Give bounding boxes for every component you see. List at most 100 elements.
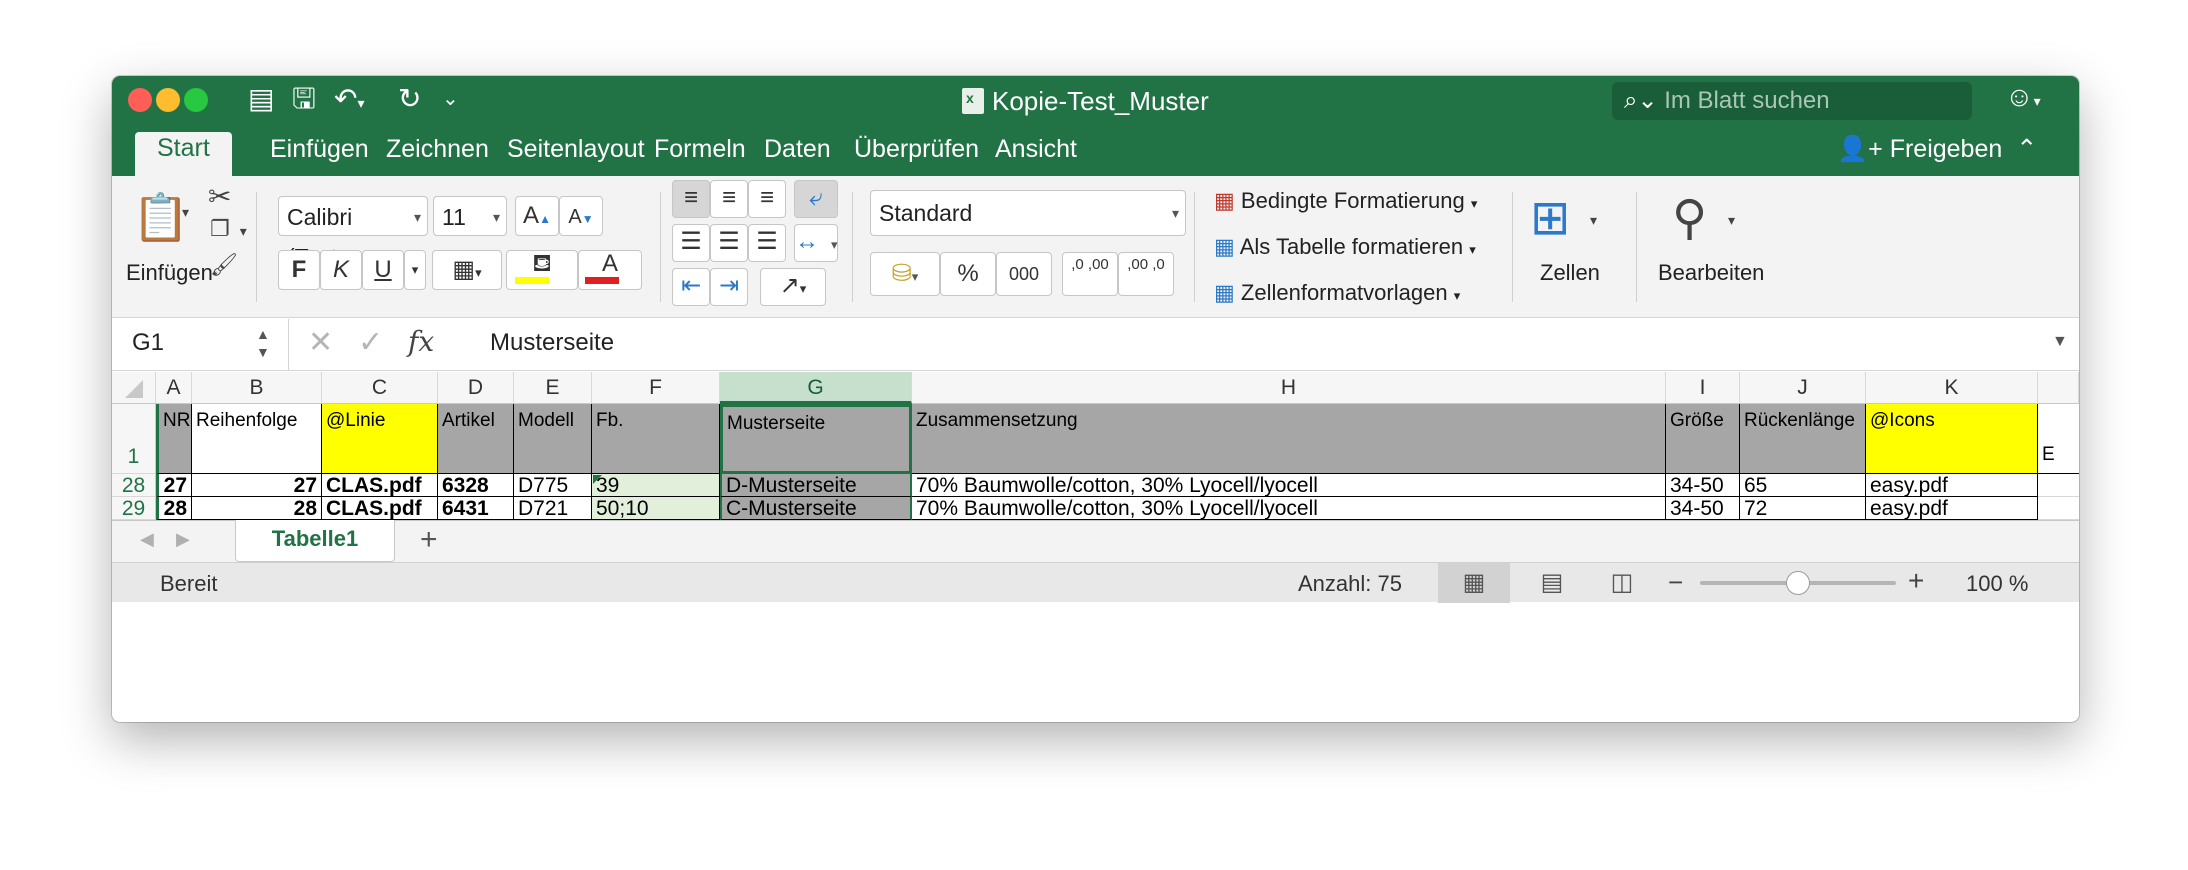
cut-icon[interactable]: ✂ [208, 180, 231, 213]
cell-overflow[interactable] [2038, 497, 2079, 520]
cell-nr[interactable]: 28 [156, 497, 192, 520]
wrap-text-button[interactable]: ⤶ [794, 180, 838, 218]
fill-color-button[interactable]: ⛾ [506, 250, 578, 290]
header-cell-e[interactable]: E [2038, 404, 2079, 474]
cell-zusammensetzung[interactable]: 70% Baumwolle/cotton, 30% Lyocell/lyocel… [912, 474, 1666, 497]
column-header-more[interactable] [2038, 372, 2079, 404]
cell-zusammensetzung[interactable]: 70% Baumwolle/cotton, 30% Lyocell/lyocel… [912, 497, 1666, 520]
cell-overflow[interactable] [2038, 474, 2079, 497]
header-cell-nr[interactable]: NR [156, 404, 192, 474]
zoom-out-icon[interactable]: − [1668, 567, 1683, 598]
tab-seitenlayout[interactable]: Seitenlayout [507, 135, 645, 164]
orientation-button[interactable]: ↗▾ [760, 268, 826, 306]
tab-zeichnen[interactable]: Zeichnen [386, 135, 489, 164]
align-top-button[interactable]: ≡ [672, 180, 710, 218]
header-cell-musterseite-active[interactable]: Musterseite [720, 404, 912, 474]
cell-linie[interactable]: CLAS.pdf [322, 474, 438, 497]
format-painter-icon[interactable]: 🖌 [210, 252, 238, 278]
tab-einfuegen[interactable]: Einfügen [270, 135, 369, 164]
row-header-1[interactable]: 1 [112, 404, 156, 474]
increase-indent-button[interactable]: ⇥ [710, 268, 748, 306]
tab-formeln[interactable]: Formeln [654, 135, 746, 164]
cells-label[interactable]: Zellen [1540, 260, 1600, 286]
tab-daten[interactable]: Daten [764, 135, 831, 164]
customize-toolbar-icon[interactable]: ⌄ [442, 84, 459, 114]
header-cell-linie[interactable]: @Linie [322, 404, 438, 474]
error-indicator-icon[interactable] [593, 475, 602, 484]
align-center-button[interactable]: ☰ [710, 224, 748, 262]
header-cell-groesse[interactable]: Größe [1666, 404, 1740, 474]
cell-reihenfolge[interactable]: 27 [192, 474, 322, 497]
expand-formula-icon[interactable]: ▼ [2052, 333, 2068, 351]
save-icon[interactable]: 🖫 [292, 84, 316, 114]
minimize-window-button[interactable] [156, 88, 180, 112]
tab-ansicht[interactable]: Ansicht [995, 135, 1077, 164]
column-header-g[interactable]: G [720, 372, 912, 404]
column-header-a[interactable]: A [156, 372, 192, 404]
row-header-28[interactable]: 28 [112, 474, 156, 497]
cell-modell[interactable]: D721 [514, 497, 592, 520]
increase-decimal-button[interactable]: ,0 ,00 [1062, 252, 1118, 296]
select-all-corner[interactable] [112, 372, 156, 404]
cell-groesse[interactable]: 34-50 [1666, 474, 1740, 497]
cell-reihenfolge[interactable]: 28 [192, 497, 322, 520]
number-format-select[interactable]: Standard ▾ [870, 190, 1186, 236]
percent-style-button[interactable]: % [940, 252, 996, 296]
name-box[interactable]: G1 [132, 329, 164, 357]
shrink-font-button[interactable]: A▼ [559, 196, 603, 236]
align-bottom-button[interactable]: ≡ [748, 180, 786, 218]
decrease-decimal-button[interactable]: ,00 ,0 [1118, 252, 1174, 296]
function-icon[interactable]: fx [408, 325, 434, 358]
previous-sheet-icon[interactable]: ◀ [140, 529, 154, 550]
font-color-button[interactable]: A [578, 250, 642, 290]
close-window-button[interactable] [128, 88, 152, 112]
share-button[interactable]: 👤+ Freigeben ⌃ [1837, 134, 2037, 164]
header-cell-reihenfolge[interactable]: Reihenfolge [192, 404, 322, 474]
comma-style-button[interactable]: 000 [996, 252, 1052, 296]
search-field[interactable]: ⌕⌄ Im Blatt suchen [1612, 82, 1972, 120]
column-header-k[interactable]: K [1866, 372, 2038, 404]
cell-modell[interactable]: D775 [514, 474, 592, 497]
align-right-button[interactable]: ☰ [748, 224, 786, 262]
font-name-select[interactable]: Calibri (Text...▾ [278, 196, 428, 270]
conditional-formatting-button[interactable]: ▦ Bedingte Formatierung ▾ [1214, 188, 1477, 214]
header-cell-artikel[interactable]: Artikel [438, 404, 514, 474]
decrease-indent-button[interactable]: ⇤ [672, 268, 710, 306]
header-cell-rueckenlaenge[interactable]: Rückenlänge [1740, 404, 1866, 474]
paste-dropdown-icon[interactable]: ▾ [182, 204, 189, 221]
undo-icon[interactable]: ↶▾ [334, 84, 365, 118]
zoom-in-icon[interactable]: + [1908, 565, 1924, 597]
align-middle-button[interactable]: ≡ [710, 180, 748, 218]
cell-rueckenlaenge[interactable]: 72 [1740, 497, 1866, 520]
redo-icon[interactable]: ↻ [398, 84, 421, 114]
copy-icon[interactable]: ❐ ▾ [210, 216, 247, 242]
cell-artikel[interactable]: 6431 [438, 497, 514, 520]
collapse-ribbon-icon[interactable]: ⌃ [2016, 135, 2037, 163]
cell-nr[interactable]: 27 [156, 474, 192, 497]
page-layout-view-icon[interactable]: ▤ [1522, 563, 1582, 603]
underline-button[interactable]: U [362, 250, 404, 290]
row-header-29[interactable]: 29 [112, 497, 156, 520]
paste-label[interactable]: Einfügen [126, 260, 213, 286]
column-header-b[interactable]: B [192, 372, 322, 404]
sheet-tab-tabelle1[interactable]: Tabelle1 [235, 520, 395, 562]
cell-linie[interactable]: CLAS.pdf [322, 497, 438, 520]
name-box-stepper[interactable]: ▲ ▼ [256, 325, 270, 361]
add-sheet-icon[interactable]: + [420, 523, 438, 557]
column-header-d[interactable]: D [438, 372, 514, 404]
bold-button[interactable]: F [278, 250, 320, 290]
normal-view-icon[interactable]: ▦ [1438, 563, 1510, 603]
tab-ueberpruefen[interactable]: Überprüfen [854, 135, 979, 164]
column-header-c[interactable]: C [322, 372, 438, 404]
zoom-window-button[interactable] [184, 88, 208, 112]
zoom-slider-thumb[interactable] [1786, 571, 1810, 595]
italic-button[interactable]: K [320, 250, 362, 290]
cell-musterseite[interactable]: D-Musterseite [720, 474, 912, 497]
sidebar-toggle-icon[interactable]: ▤ [248, 84, 274, 114]
cell-rueckenlaenge[interactable]: 65 [1740, 474, 1866, 497]
cell-artikel[interactable]: 6328 [438, 474, 514, 497]
cell-icons[interactable]: easy.pdf [1866, 497, 2038, 520]
tab-start[interactable]: Start [135, 132, 232, 176]
merge-cells-button[interactable]: ↔ ▾ [794, 224, 838, 262]
next-sheet-icon[interactable]: ▶ [176, 529, 190, 550]
